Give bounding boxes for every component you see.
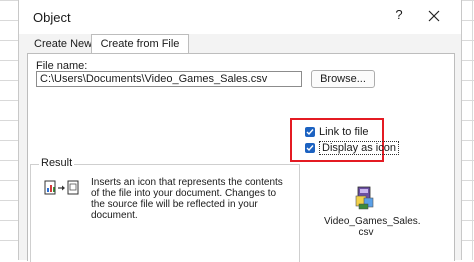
tab-create-new[interactable]: Create New bbox=[27, 34, 99, 54]
link-to-file-label: Link to file bbox=[319, 126, 369, 138]
link-to-file-checkbox[interactable] bbox=[305, 127, 315, 137]
tab-create-from-file[interactable]: Create from File bbox=[91, 34, 189, 53]
insert-icon-illustration-icon bbox=[44, 180, 79, 195]
result-group: Result Inserts an icon that represents t… bbox=[30, 157, 300, 262]
link-to-file-option[interactable]: Link to file bbox=[305, 125, 369, 139]
checkmark-icon bbox=[306, 129, 314, 136]
preview-name-line-1: Video_Games_Sales. bbox=[324, 216, 421, 227]
result-legend: Result bbox=[39, 157, 75, 169]
close-button[interactable] bbox=[423, 5, 445, 27]
display-as-icon-option[interactable]: Display as icon bbox=[305, 141, 399, 155]
tab-panel: File name: C:\Users\Documents\Video_Game… bbox=[27, 53, 455, 262]
help-button[interactable]: ? bbox=[389, 7, 409, 27]
checkmark-icon bbox=[306, 145, 314, 152]
preview-name-line-2: csv bbox=[358, 227, 374, 238]
csv-file-icon bbox=[355, 186, 374, 210]
display-as-icon-label: Display as icon bbox=[319, 141, 399, 155]
file-name-input[interactable]: C:\Users\Documents\Video_Games_Sales.csv bbox=[36, 71, 302, 87]
dialog-title: Object bbox=[33, 10, 71, 25]
preview-file-name: Video_Games_Sales. csv bbox=[324, 216, 421, 238]
display-as-icon-checkbox[interactable] bbox=[305, 143, 315, 153]
title-bar: Object ? bbox=[19, 0, 461, 34]
close-icon bbox=[428, 10, 440, 22]
result-description: Inserts an icon that represents the cont… bbox=[91, 177, 283, 221]
browse-button[interactable]: Browse... bbox=[311, 70, 375, 88]
object-dialog: Object ? Create New Create from File Fil… bbox=[18, 0, 462, 262]
